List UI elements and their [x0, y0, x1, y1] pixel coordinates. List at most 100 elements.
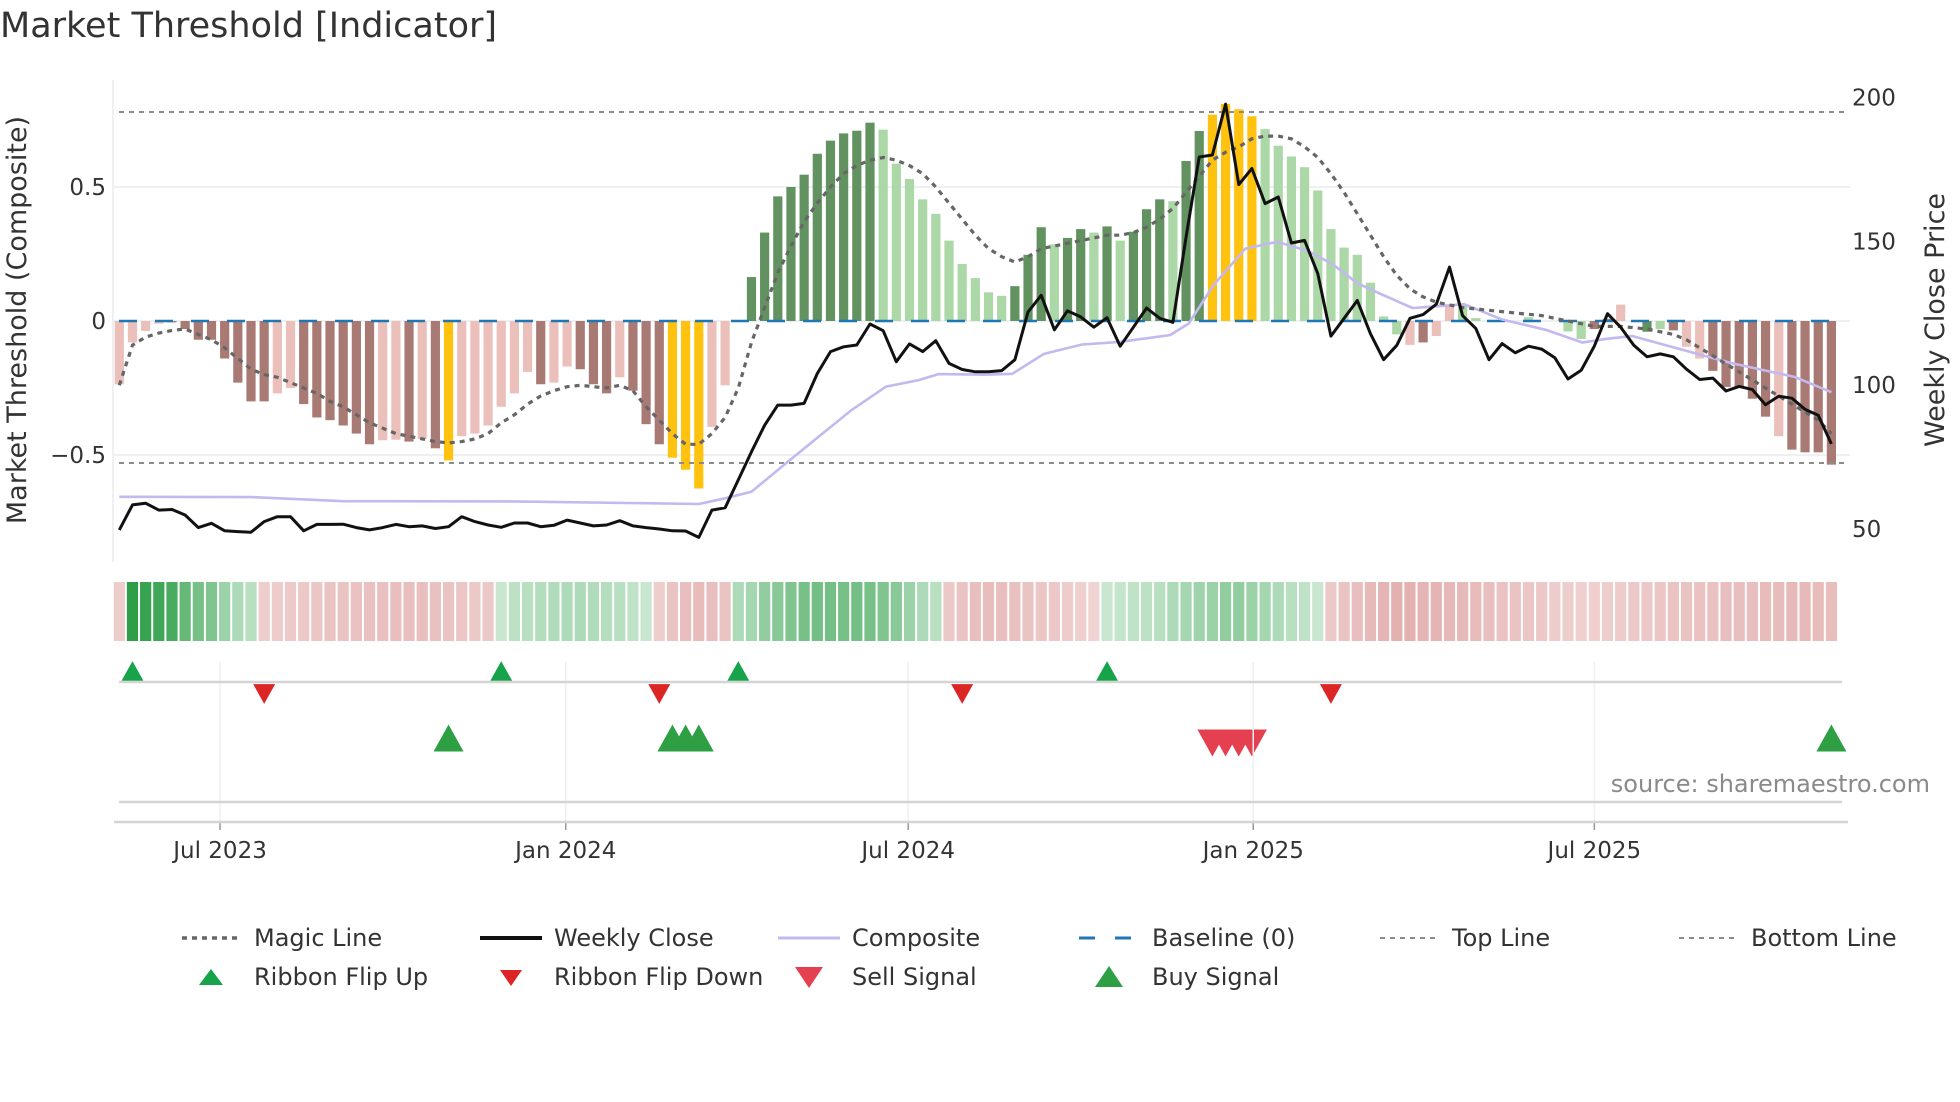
ribbon-cell	[535, 582, 547, 641]
buy-signal-marker	[1816, 724, 1847, 752]
ribbon-cell	[1483, 582, 1495, 641]
composite-bar	[1616, 304, 1626, 321]
composite-bar	[1471, 318, 1481, 321]
ribbon-cell	[614, 582, 626, 641]
right-tick-label: 200	[1852, 86, 1896, 112]
composite-bar	[1115, 240, 1125, 321]
ribbon-cell	[1549, 582, 1561, 641]
ribbon-cell	[1601, 582, 1614, 641]
ribbon-cell	[179, 582, 191, 641]
composite-bar	[983, 292, 994, 321]
ribbon-cell	[1615, 582, 1627, 641]
ribbon-cell	[1206, 582, 1219, 641]
composite-bar	[536, 321, 546, 385]
ribbon-cell	[1285, 582, 1298, 641]
signal-markers	[121, 661, 1847, 757]
ribbon-cell	[811, 582, 823, 641]
ribbon-cell	[1101, 582, 1113, 641]
composite-bar	[707, 321, 717, 427]
ribbon-cell	[719, 582, 731, 641]
composite-bar	[891, 163, 901, 321]
composite-bar	[1062, 237, 1073, 321]
ribbon-cell	[1048, 582, 1060, 641]
ribbon-cell	[1588, 582, 1600, 641]
ribbon-cell	[258, 582, 270, 641]
ribbon-cell	[877, 582, 889, 641]
ribbon-flip-down-marker	[253, 684, 276, 704]
ribbon-cell	[1694, 582, 1706, 641]
composite-bar	[1431, 321, 1441, 337]
ribbon-cell	[1786, 582, 1798, 641]
composite-bar	[246, 321, 256, 402]
ribbon-cell	[640, 582, 652, 641]
ribbon-cell	[1312, 582, 1324, 641]
ribbon-cell	[416, 582, 428, 641]
ribbon-cell	[1536, 582, 1548, 641]
ribbon-cell	[1338, 582, 1350, 641]
composite-bar	[272, 321, 282, 394]
ribbon-cell	[824, 582, 837, 641]
ribbon-cell	[982, 582, 995, 641]
composite-bar	[457, 321, 467, 437]
ribbon-cell	[1167, 582, 1179, 641]
ribbon-cell	[1114, 582, 1126, 641]
ribbon-cell	[1667, 582, 1679, 641]
ribbon-cell	[732, 582, 744, 641]
composite-bar	[443, 321, 454, 461]
ribbon-cell	[627, 582, 639, 641]
composite-bar	[1721, 321, 1731, 387]
source-label: source: sharemaestro.com	[1610, 770, 1930, 798]
ribbon-cell	[482, 582, 494, 641]
composite-bar	[1392, 321, 1402, 335]
composite-bar	[378, 321, 388, 441]
ribbon-cell	[1075, 582, 1087, 641]
ribbon-cell	[759, 582, 771, 641]
ribbon-cell	[772, 582, 784, 641]
ribbon-cell	[587, 582, 600, 641]
composite-bar	[746, 277, 757, 321]
ribbon-cell	[1127, 582, 1139, 641]
ribbon-cell	[1430, 582, 1442, 641]
composite-bar	[141, 321, 151, 331]
composite-bar	[417, 321, 427, 439]
ribbon-cell	[192, 582, 204, 641]
ribbon-cell	[219, 582, 231, 641]
ribbon-cell	[1154, 582, 1166, 641]
ribbon-cell	[1720, 582, 1732, 641]
ribbon-cell	[456, 582, 468, 641]
composite-bar	[1128, 231, 1138, 321]
ribbon-cell	[232, 582, 244, 641]
composite-bar	[615, 321, 625, 378]
ribbon-cell	[113, 582, 125, 641]
ribbon-cell	[890, 582, 902, 641]
ribbon-cell	[1325, 582, 1337, 641]
ribbon-cell	[956, 582, 968, 641]
ribbon-cell	[1061, 582, 1074, 641]
composite-bar	[1655, 321, 1665, 330]
composite-bar	[1247, 116, 1257, 321]
right-tick-label: 150	[1852, 229, 1896, 255]
ribbon-cell	[1628, 582, 1640, 641]
composite-bar	[957, 263, 967, 321]
ribbon-cell	[838, 582, 850, 641]
ribbon-cell	[1140, 582, 1153, 641]
composite-bar	[1260, 129, 1270, 321]
ribbon-cell	[1522, 582, 1535, 641]
composite-bar	[351, 321, 361, 434]
ribbon-cell	[996, 582, 1008, 641]
ribbon-cell	[561, 582, 573, 641]
ribbon-cell	[377, 582, 389, 641]
ribbon-cell	[1351, 582, 1363, 641]
ribbon-cell	[1470, 582, 1482, 641]
ribbon-cell	[1654, 582, 1666, 641]
composite-bar	[430, 321, 440, 449]
ribbon-cell	[1193, 582, 1205, 641]
ribbon-cell	[1733, 582, 1745, 641]
composite-bar	[588, 321, 599, 385]
ribbon-cell	[1443, 582, 1456, 641]
composite-bar	[1787, 321, 1797, 450]
x-tick-label: Jan 2025	[1201, 838, 1304, 864]
ribbon-cell	[666, 582, 679, 641]
ribbon-cell	[1496, 582, 1508, 641]
ribbon-flip-down-marker	[1319, 684, 1342, 704]
